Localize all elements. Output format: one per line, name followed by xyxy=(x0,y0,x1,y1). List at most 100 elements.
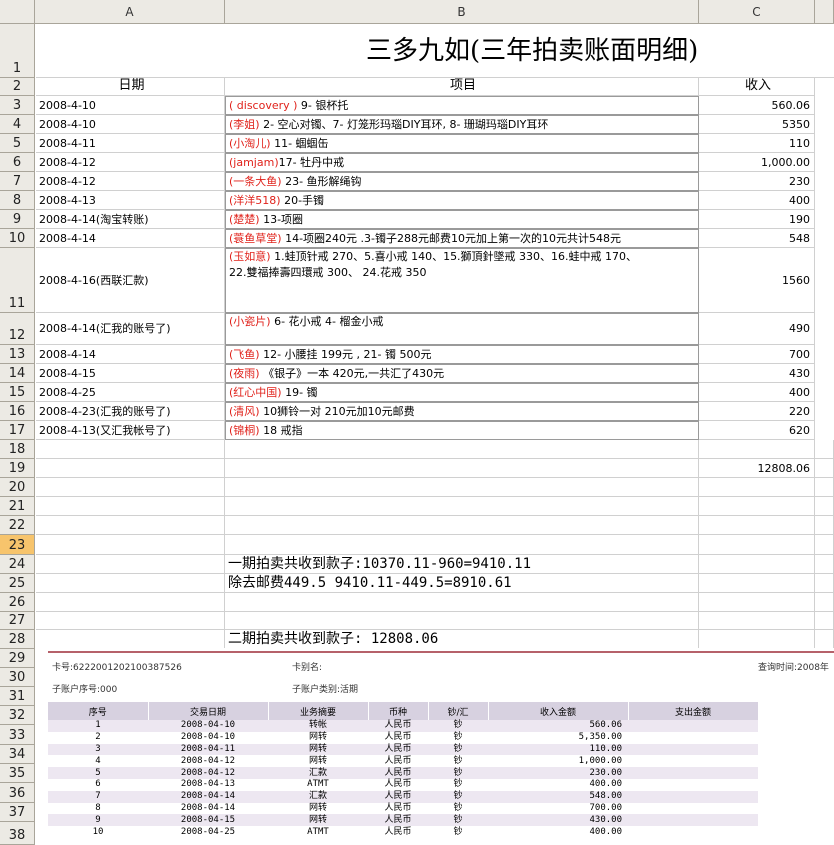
row-header-34[interactable]: 34 xyxy=(0,745,35,764)
item-cell[interactable]: (锦桐) 18 戒指 xyxy=(225,421,699,440)
date-cell[interactable]: 2008-4-14(汇我的账号了) xyxy=(36,313,225,345)
empty-cell[interactable] xyxy=(699,497,815,516)
row-header-5[interactable]: 5 xyxy=(0,134,35,153)
row-header-13[interactable]: 13 xyxy=(0,345,35,364)
empty-cell[interactable] xyxy=(225,478,699,497)
income-cell[interactable]: 110 xyxy=(699,134,815,153)
date-cell[interactable]: 2008-4-16(西联汇款) xyxy=(36,248,225,313)
empty-cell[interactable] xyxy=(225,535,699,555)
row-header-26[interactable]: 26 xyxy=(0,593,35,612)
empty-cell[interactable] xyxy=(225,612,699,630)
row-header-25[interactable]: 25 xyxy=(0,574,35,593)
date-cell[interactable]: 2008-4-10 xyxy=(36,115,225,134)
sheet-title[interactable]: 三多九如(三年拍卖账面明细) xyxy=(36,24,834,78)
row-header-15[interactable]: 15 xyxy=(0,383,35,402)
row-header-1[interactable]: 1 xyxy=(0,24,35,78)
row-header-19[interactable]: 19 xyxy=(0,459,35,478)
row-header-21[interactable]: 21 xyxy=(0,497,35,516)
row-header-10[interactable]: 10 xyxy=(0,229,35,248)
income-cell[interactable]: 230 xyxy=(699,172,815,191)
empty-cell[interactable] xyxy=(225,516,699,535)
row-header-8[interactable]: 8 xyxy=(0,191,35,210)
empty-cell[interactable] xyxy=(815,497,834,516)
income-cell[interactable]: 5350 xyxy=(699,115,815,134)
income-cell[interactable]: 1560 xyxy=(699,248,815,313)
row-header-36[interactable]: 36 xyxy=(0,783,35,803)
item-cell[interactable]: (清风) 10狮铃一对 210元加10元邮费 xyxy=(225,402,699,421)
row-header-2[interactable]: 2 xyxy=(0,78,35,96)
empty-cell[interactable] xyxy=(36,574,225,593)
item-cell[interactable]: (蓑鱼草堂) 14-项圈240元 .3-镯子288元邮费10元加上第一次的10元… xyxy=(225,229,699,248)
item-cell[interactable]: (红心中国) 19- 镯 xyxy=(225,383,699,402)
item-cell[interactable]: (小淘儿) 11- 蝈蝈缶 xyxy=(225,134,699,153)
row-header-24[interactable]: 24 xyxy=(0,555,35,574)
row-header-18[interactable]: 18 xyxy=(0,440,35,459)
income-cell[interactable]: 700 xyxy=(699,345,815,364)
income-cell[interactable]: 190 xyxy=(699,210,815,229)
income-cell[interactable]: 620 xyxy=(699,421,815,440)
row-header-16[interactable]: 16 xyxy=(0,402,35,421)
row-header-22[interactable]: 22 xyxy=(0,516,35,535)
empty-cell[interactable] xyxy=(36,459,225,478)
date-cell[interactable]: 2008-4-11 xyxy=(36,134,225,153)
empty-cell[interactable] xyxy=(36,478,225,497)
note-postage[interactable]: 除去邮费449.5 9410.11-449.5=8910.61 xyxy=(225,574,699,593)
row-header-30[interactable]: 30 xyxy=(0,668,35,687)
empty-cell[interactable] xyxy=(815,630,834,649)
column-header-a[interactable]: A xyxy=(35,0,225,24)
row-header-6[interactable]: 6 xyxy=(0,153,35,172)
income-cell[interactable]: 220 xyxy=(699,402,815,421)
item-cell[interactable]: (一条大鱼) 23- 鱼形解绳钩 xyxy=(225,172,699,191)
item-cell[interactable]: (飞鱼) 12- 小腰挂 199元 , 21- 镯 500元 xyxy=(225,345,699,364)
row-header-3[interactable]: 3 xyxy=(0,96,35,115)
item-cell[interactable]: (洋洋518) 20-手镯 xyxy=(225,191,699,210)
column-header-d[interactable] xyxy=(815,0,834,24)
item-cell[interactable]: (李姐) 2- 空心对镯、7- 灯笼形玛瑙DIY耳环, 8- 珊瑚玛瑙DIY耳环 xyxy=(225,115,699,134)
date-cell[interactable]: 2008-4-10 xyxy=(36,96,225,115)
empty-cell[interactable] xyxy=(225,459,699,478)
item-cell[interactable]: (小瓷片) 6- 花小戒 4- 榴金小戒 xyxy=(225,313,699,345)
empty-cell[interactable] xyxy=(815,593,834,612)
header-item[interactable]: 项目 xyxy=(225,78,699,96)
empty-cell[interactable] xyxy=(699,440,815,459)
column-header-c[interactable]: C xyxy=(699,0,815,24)
item-cell[interactable]: (楚楚) 13-项圈 xyxy=(225,210,699,229)
empty-cell[interactable] xyxy=(36,555,225,574)
empty-cell[interactable] xyxy=(815,459,834,478)
income-cell[interactable]: 490 xyxy=(699,313,815,345)
note-period-two[interactable]: 二期拍卖共收到款子: 12808.06 xyxy=(225,630,699,649)
empty-cell[interactable] xyxy=(699,612,815,630)
empty-cell[interactable] xyxy=(699,593,815,612)
date-cell[interactable]: 2008-4-13(又汇我帐号了) xyxy=(36,421,225,440)
empty-cell[interactable] xyxy=(36,630,225,649)
empty-cell[interactable] xyxy=(815,535,834,555)
row-header-9[interactable]: 9 xyxy=(0,210,35,229)
row-header-17[interactable]: 17 xyxy=(0,421,35,440)
date-cell[interactable]: 2008-4-13 xyxy=(36,191,225,210)
empty-cell[interactable] xyxy=(815,612,834,630)
note-period-one[interactable]: 一期拍卖共收到款子:10370.11-960=9410.11 xyxy=(225,555,699,574)
row-header-33[interactable]: 33 xyxy=(0,725,35,745)
empty-cell[interactable] xyxy=(699,478,815,497)
date-cell[interactable]: 2008-4-25 xyxy=(36,383,225,402)
row-header-35[interactable]: 35 xyxy=(0,764,35,783)
empty-cell[interactable] xyxy=(225,497,699,516)
row-header-23[interactable]: 23 xyxy=(0,535,35,555)
empty-cell[interactable] xyxy=(36,593,225,612)
empty-cell[interactable] xyxy=(815,574,834,593)
income-cell[interactable]: 430 xyxy=(699,364,815,383)
row-header-20[interactable]: 20 xyxy=(0,478,35,497)
row-header-37[interactable]: 37 xyxy=(0,803,35,822)
item-cell[interactable]: (玉如意) 1.蛙顶针戒 270、5.喜小戒 140、15.獅頂針墜戒 330、… xyxy=(225,248,699,313)
empty-cell[interactable] xyxy=(815,478,834,497)
empty-cell[interactable] xyxy=(699,555,815,574)
empty-cell[interactable] xyxy=(815,555,834,574)
row-header-38[interactable]: 38 xyxy=(0,822,35,845)
date-cell[interactable]: 2008-4-15 xyxy=(36,364,225,383)
row-header-29[interactable]: 29 xyxy=(0,649,35,668)
empty-cell[interactable] xyxy=(36,535,225,555)
empty-cell[interactable] xyxy=(815,516,834,535)
income-cell[interactable]: 1,000.00 xyxy=(699,153,815,172)
date-cell[interactable]: 2008-4-12 xyxy=(36,172,225,191)
date-cell[interactable]: 2008-4-23(汇我的账号了) xyxy=(36,402,225,421)
